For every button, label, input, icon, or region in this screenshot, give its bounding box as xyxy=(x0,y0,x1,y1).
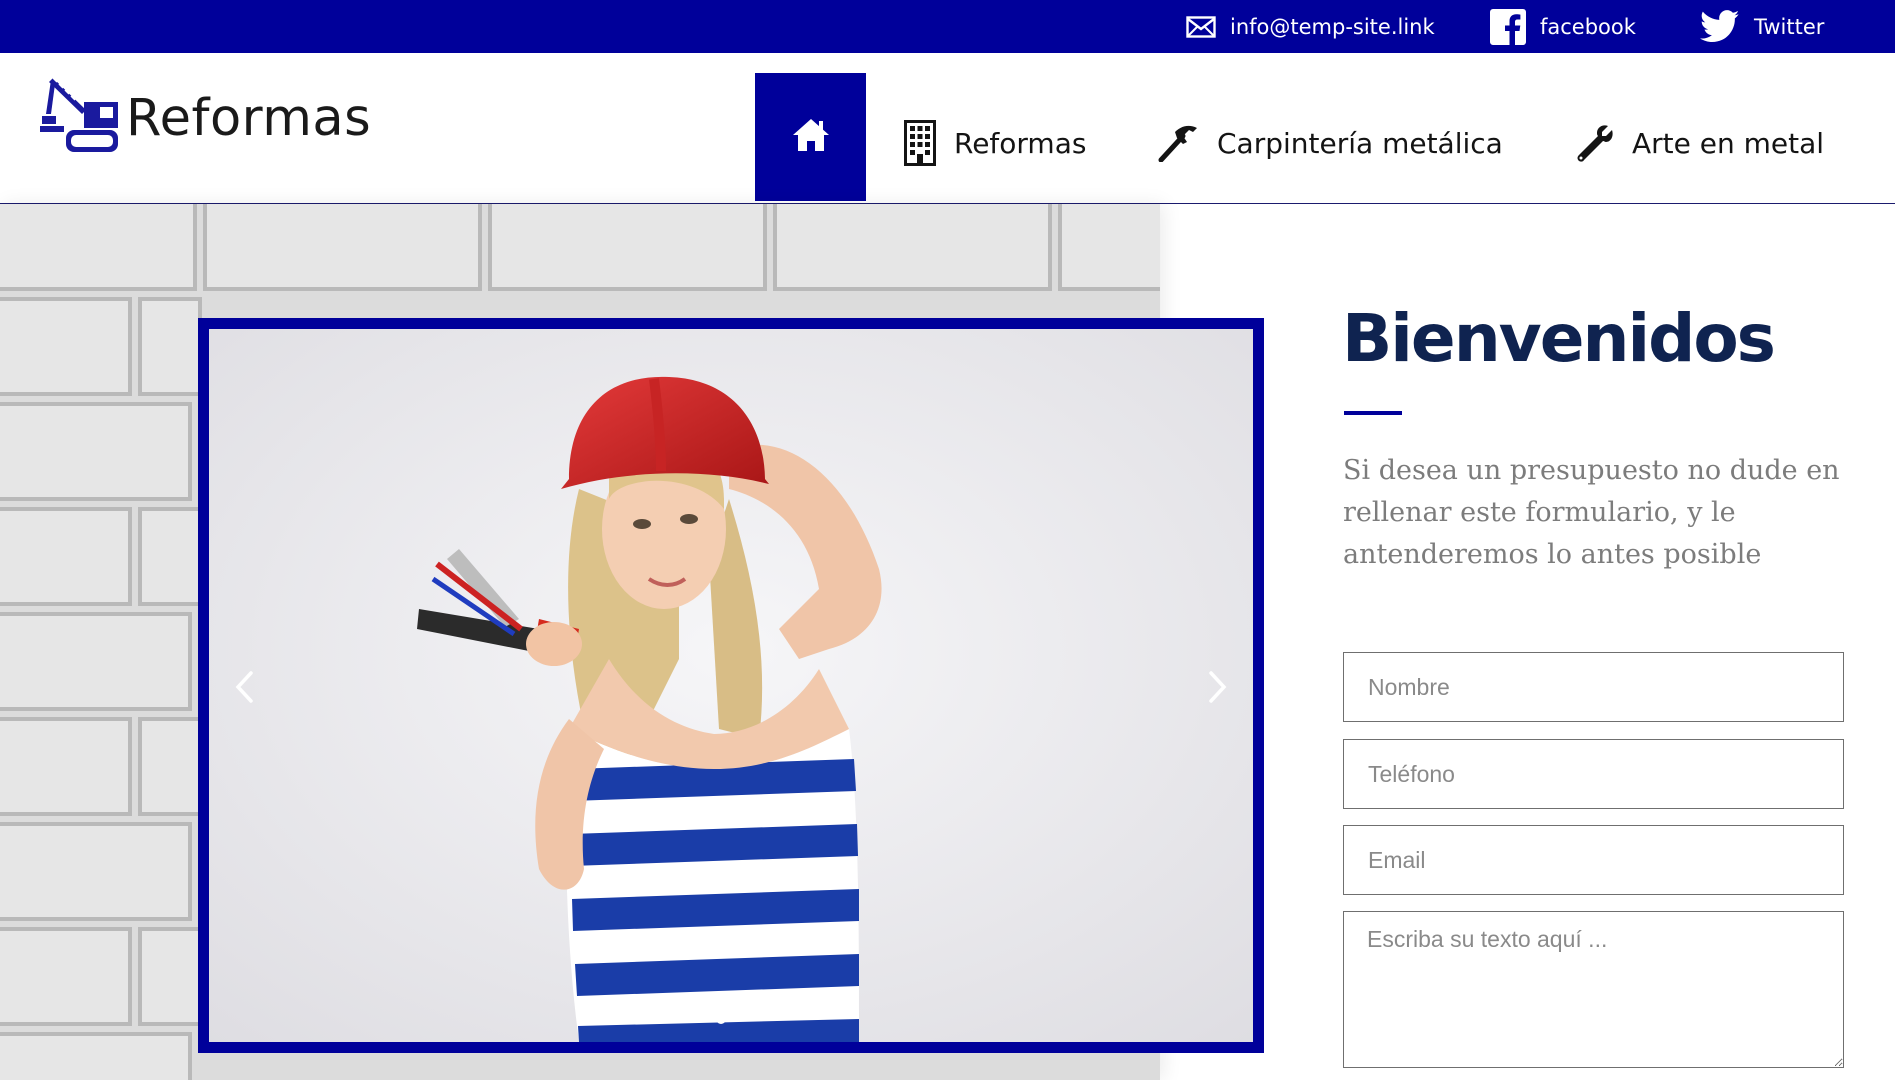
site-header: Reformas Reformas Carpintería metálica A… xyxy=(0,53,1895,204)
telefono-input[interactable] xyxy=(1343,739,1844,809)
title-divider xyxy=(1344,411,1402,415)
envelope-icon xyxy=(1186,15,1216,38)
twitter-label: Twitter xyxy=(1754,14,1825,39)
nav-home[interactable] xyxy=(755,73,866,201)
facebook-link[interactable]: facebook xyxy=(1490,0,1636,53)
wrench-icon xyxy=(1576,124,1614,162)
message-textarea[interactable] xyxy=(1343,911,1844,1068)
home-icon xyxy=(792,117,830,158)
nav-carpinteria-metalica[interactable]: Carpintería metálica xyxy=(1157,113,1503,173)
slider-next-button[interactable] xyxy=(1203,669,1233,709)
nav-reformas-label: Reformas xyxy=(954,126,1087,160)
nav-arte-en-metal[interactable]: Arte en metal xyxy=(1576,113,1824,173)
welcome-intro: Si desea un presupuesto no dude en relle… xyxy=(1343,455,1840,570)
email-label: info@temp-site.link xyxy=(1230,14,1435,39)
chevron-right-icon xyxy=(1208,670,1228,709)
twitter-link[interactable]: Twitter xyxy=(1700,0,1824,53)
email-link[interactable]: info@temp-site.link xyxy=(1186,0,1435,53)
nombre-input[interactable] xyxy=(1343,652,1844,722)
twitter-icon xyxy=(1700,10,1740,43)
slide-image-worker xyxy=(209,329,1253,1042)
welcome-title: Bienvenidos xyxy=(1342,300,1776,377)
building-icon xyxy=(904,120,936,166)
email-input[interactable] xyxy=(1343,825,1844,895)
hammer-icon xyxy=(1157,124,1199,162)
nav-arte-label: Arte en metal xyxy=(1632,126,1825,160)
facebook-icon xyxy=(1490,8,1526,45)
crane-icon xyxy=(40,74,124,163)
site-logo[interactable]: Reformas xyxy=(40,73,371,163)
chevron-left-icon xyxy=(234,670,254,709)
top-contact-bar: info@temp-site.link facebook Twitter xyxy=(0,0,1895,53)
facebook-label: facebook xyxy=(1540,14,1636,39)
nav-carpinteria-label: Carpintería metálica xyxy=(1217,126,1503,160)
slider-prev-button[interactable] xyxy=(229,669,259,709)
slider-dot-active[interactable] xyxy=(716,1014,726,1024)
nav-reformas[interactable]: Reformas xyxy=(904,113,1086,173)
brand-name: Reformas xyxy=(126,88,372,148)
image-slider xyxy=(198,318,1264,1053)
